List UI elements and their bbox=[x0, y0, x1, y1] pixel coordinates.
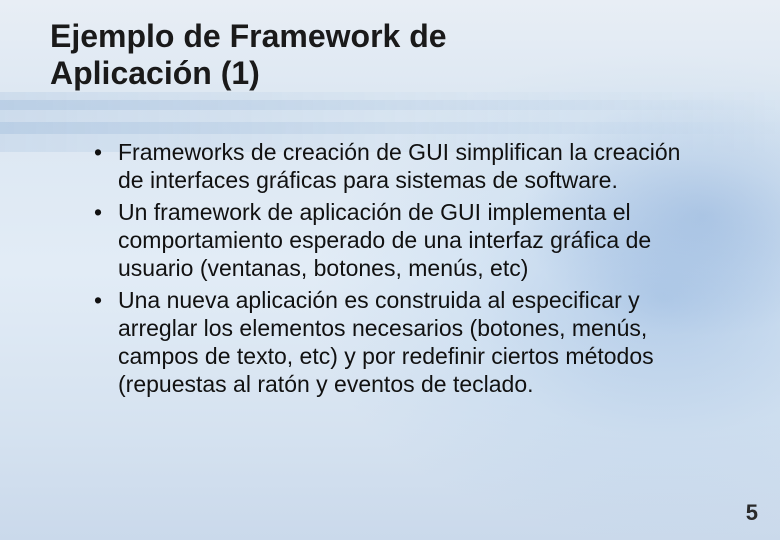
list-item: Un framework de aplicación de GUI implem… bbox=[94, 198, 704, 282]
slide-body: Frameworks de creación de GUI simplifica… bbox=[50, 138, 740, 398]
page-number: 5 bbox=[746, 500, 758, 526]
list-item: Una nueva aplicación es construida al es… bbox=[94, 286, 704, 398]
slide-title: Ejemplo de Framework de Aplicación (1) bbox=[50, 18, 610, 92]
bullet-list: Frameworks de creación de GUI simplifica… bbox=[94, 138, 740, 398]
slide: Ejemplo de Framework de Aplicación (1) F… bbox=[0, 0, 780, 540]
list-item: Frameworks de creación de GUI simplifica… bbox=[94, 138, 704, 194]
